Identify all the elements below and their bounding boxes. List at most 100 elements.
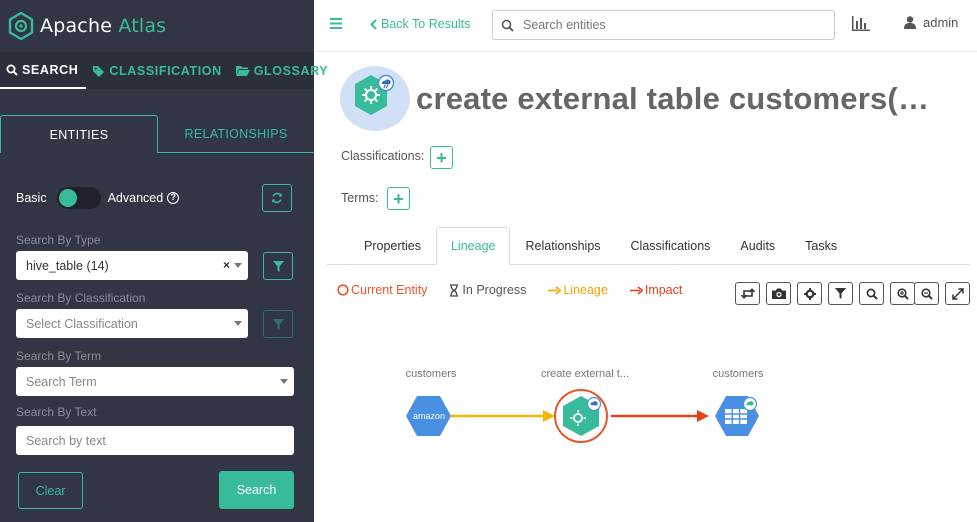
nav-search-label: SEARCH (22, 62, 79, 77)
classification-select[interactable]: Select Classification (16, 309, 248, 338)
entity-title: create external table customers(… (416, 80, 930, 116)
tab-audits[interactable]: Audits (725, 239, 790, 264)
text-search-placeholder: Search by text (26, 433, 106, 448)
user-menu[interactable]: admin (904, 15, 958, 30)
logo[interactable]: Apache Atlas (0, 0, 314, 52)
type-filter-label: Search By Type (16, 233, 101, 247)
export-image-button[interactable] (766, 282, 791, 305)
folder-open-icon (235, 66, 250, 76)
arrow-right-icon (629, 285, 643, 295)
type-select-value: hive_table (14) (26, 258, 109, 273)
help-icon[interactable]: ? (167, 192, 180, 204)
terms-label: Terms: (341, 191, 379, 205)
search-icon (6, 64, 18, 76)
username: admin (923, 15, 959, 30)
type-filter-button[interactable] (263, 252, 293, 280)
text-filter-label: Search By Text (16, 405, 97, 419)
clear-type-icon[interactable]: × (223, 258, 230, 272)
nav-classification[interactable]: CLASSIFICATION (86, 52, 229, 89)
reset-layout-button[interactable] (735, 282, 760, 305)
table-grid-icon (725, 409, 747, 424)
node-process[interactable] (554, 389, 608, 443)
search-icon (501, 19, 514, 32)
detail-tabs: Properties Lineage Relationships Classif… (327, 227, 970, 265)
legend-lineage: Lineage (548, 283, 619, 297)
tag-icon (93, 65, 105, 77)
text-search-input[interactable]: Search by text (16, 426, 294, 455)
gear-icon (803, 287, 816, 300)
impact-arrowhead (697, 410, 709, 422)
lineage-arrowhead (543, 410, 555, 422)
search-node-button[interactable] (859, 282, 884, 305)
process-gear-icon (355, 74, 395, 115)
filter-icon (835, 288, 846, 299)
tab-relationships[interactable]: Relationships (510, 239, 615, 264)
filter-icon (272, 318, 284, 330)
tab-properties[interactable]: Properties (349, 239, 436, 264)
refresh-icon (272, 192, 282, 204)
entity-header: create external table customers(… (340, 66, 929, 131)
chevron-down-icon (234, 263, 242, 268)
fullscreen-button[interactable] (945, 282, 970, 305)
tab-classifications[interactable]: Classifications (616, 239, 726, 264)
zoom-in-icon (896, 287, 909, 300)
nav-glossary[interactable]: GLOSSARY (230, 52, 336, 89)
back-label: Back To Results (381, 17, 471, 31)
advanced-label: Advanced (107, 191, 164, 205)
tab-lineage[interactable]: Lineage (435, 227, 511, 265)
hourglass-icon (450, 283, 459, 297)
lineage-graph: amazon (406, 389, 759, 443)
nav-glossary-label: GLOSSARY (253, 63, 329, 78)
expand-icon (951, 287, 964, 300)
user-icon (904, 16, 916, 29)
plus-icon: + (436, 147, 447, 168)
menu-icon[interactable] (330, 18, 342, 29)
refresh-button[interactable] (262, 184, 292, 212)
node-label: customers (712, 368, 764, 380)
statistics-icon[interactable] (852, 16, 870, 31)
add-classification-button[interactable]: + (430, 146, 453, 169)
entity-search-placeholder: Search entities (523, 18, 606, 32)
chevron-left-icon (370, 18, 377, 30)
chevron-down-icon (234, 321, 242, 326)
camera-icon (771, 288, 786, 299)
legend-in-progress: In Progress (449, 283, 537, 297)
basic-advanced-toggle[interactable] (56, 187, 101, 209)
back-to-results-link[interactable]: Back To Results (369, 17, 470, 31)
node-s3-bucket[interactable]: amazon (406, 396, 451, 436)
aws-wordmark: amazon (413, 411, 445, 421)
filter-button[interactable] (828, 282, 853, 305)
search-mode-tabs: ENTITIES RELATIONSHIPS (0, 115, 314, 153)
classification-filter-button[interactable] (263, 310, 293, 338)
node-label: create external t... (540, 368, 630, 380)
tab-entities[interactable]: ENTITIES (0, 115, 158, 153)
clear-button[interactable]: Clear (18, 472, 83, 509)
nav-search[interactable]: SEARCH (0, 52, 87, 89)
lineage-legend: Current Entity In Progress Lineage Impac… (337, 283, 704, 297)
add-term-button[interactable]: + (387, 187, 410, 210)
search-icon (866, 288, 878, 300)
entity-search-input[interactable]: Search entities (492, 10, 835, 40)
search-button[interactable]: Search (219, 471, 294, 509)
nav-classification-label: CLASSIFICATION (109, 63, 222, 78)
classifications-label: Classifications: (341, 149, 425, 163)
zoom-out-icon (920, 287, 933, 300)
classification-placeholder: Select Classification (26, 316, 138, 331)
legend-current-entity: Current Entity (337, 283, 438, 297)
chevron-down-icon (280, 379, 288, 384)
tab-tasks[interactable]: Tasks (790, 239, 852, 264)
zoom-in-button[interactable] (890, 282, 915, 305)
term-filter-label: Search By Term (16, 349, 102, 363)
basic-advanced-row: Basic Advanced ? (16, 184, 298, 212)
plus-icon: + (393, 188, 404, 209)
settings-button[interactable] (797, 282, 822, 305)
type-select[interactable]: hive_table (14) × (16, 251, 248, 280)
sidebar: Apache Atlas SEARCH CLASSIFICATION GLOSS… (0, 0, 328, 522)
zoom-out-button[interactable] (914, 282, 939, 305)
tab-relationships[interactable]: RELATIONSHIPS (158, 115, 314, 153)
node-hive-table[interactable] (715, 396, 759, 436)
term-select[interactable]: Search Term (16, 367, 294, 396)
legend-impact: Impact (629, 283, 694, 297)
toggle-knob (58, 189, 77, 207)
app-title: Apache Atlas (40, 15, 167, 37)
